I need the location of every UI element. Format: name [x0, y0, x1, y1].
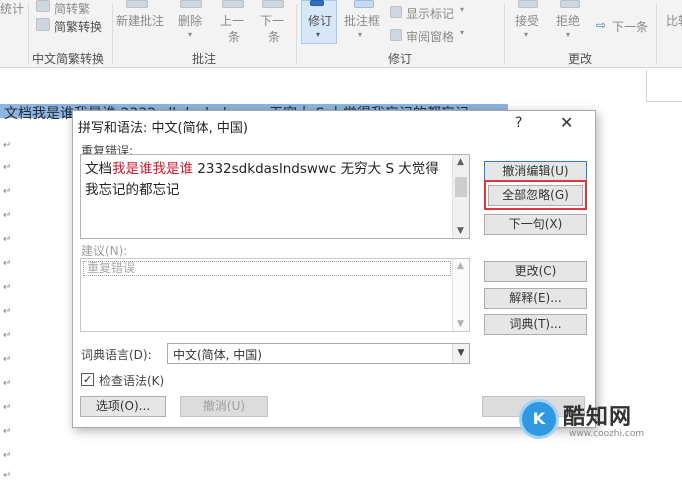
scroll-thumb[interactable] [455, 177, 467, 197]
review-pane-icon [390, 29, 402, 41]
explain-button[interactable]: 解释(E)... [484, 288, 587, 309]
new-comment-button[interactable]: 新建批注 [116, 12, 164, 29]
ribbon-separator [28, 4, 29, 64]
error-text-highlight: 我是谁我是谁 [112, 161, 193, 177]
paragraph-mark-icon: ↵ [3, 210, 12, 221]
undo-button: 撤消(U) [180, 396, 268, 417]
paragraph-mark-icon: ↵ [3, 450, 12, 461]
paragraph-mark-icon: ↵ [3, 140, 12, 151]
coozhi-watermark: K 酷知网 www.coozhi.com [511, 397, 661, 447]
simp-trad-convert-button[interactable]: 简繁转换 [54, 18, 102, 35]
change-button[interactable]: 更改(C) [484, 261, 587, 282]
group-label-chinese-conversion: 中文简繁转换 [32, 52, 105, 66]
accept-icon [518, 0, 538, 8]
paragraph-mark-icon: ↵ [3, 162, 12, 173]
compare-button[interactable]: 比较 [666, 12, 682, 29]
ribbon-separator [112, 4, 113, 64]
delete-comment-button[interactable]: 删除 [178, 12, 202, 29]
ribbon-separator [296, 4, 297, 64]
reject-icon [560, 0, 580, 8]
check-grammar-checkbox[interactable]: ✓ [81, 373, 94, 386]
error-text-prefix: 文档 [85, 161, 112, 177]
paragraph-mark-icon: ↵ [3, 354, 12, 365]
track-changes-icon [310, 0, 324, 6]
scroll-up-icon[interactable]: ▲ [457, 157, 464, 167]
chevron-down-icon[interactable]: ▾ [188, 30, 192, 39]
dictionary-language-value: 中文(简体, 中国) [173, 348, 262, 362]
chevron-down-icon[interactable]: ▼ [452, 344, 469, 363]
paragraph-mark-icon: ↵ [3, 258, 12, 269]
watermark-name: 酷知网 [563, 405, 633, 430]
ribbon: 统计 简转繁 简繁转换 中文简繁转换 新建批注 删除 ▾ 上一 条 下一 条 批… [0, 0, 682, 68]
next-comment-icon [262, 0, 284, 8]
prev-comment-button-line2[interactable]: 条 [228, 28, 240, 45]
suggestions-list[interactable]: 重复错误 ▲ ▼ [80, 258, 470, 332]
comment-box-button[interactable]: 批注框 [344, 12, 380, 29]
chevron-down-icon[interactable]: ▾ [566, 30, 570, 39]
watermark-url: www.coozhi.com [569, 429, 645, 439]
next-comment-button-line2[interactable]: 条 [268, 28, 280, 45]
next-change-icon: ⇨ [596, 18, 607, 32]
dictionary-language-select[interactable]: 中文(简体, 中国) ▼ [167, 343, 470, 364]
comment-box-icon [354, 0, 374, 8]
chevron-down-icon[interactable]: ▾ [524, 30, 528, 39]
scroll-up-icon[interactable]: ▲ [457, 261, 464, 271]
scroll-down-icon[interactable]: ▼ [457, 226, 464, 236]
chevron-down-icon[interactable]: ▾ [460, 28, 464, 37]
coozhi-logo-icon: K [519, 399, 559, 439]
group-label-tracking: 修订 [388, 52, 413, 66]
suggestions-scrollbar[interactable]: ▲ ▼ [452, 259, 469, 331]
paragraph-mark-icon: ↵ [3, 234, 12, 245]
paragraph-mark-icon: ↵ [3, 470, 12, 481]
chevron-down-icon[interactable]: ▾ [460, 5, 464, 14]
prev-comment-button[interactable]: 上一 [220, 12, 244, 29]
close-icon[interactable]: ✕ [560, 113, 573, 132]
undo-edit-button[interactable]: 撤消编辑(U) [484, 161, 587, 182]
chevron-down-icon[interactable]: ▾ [358, 30, 362, 39]
paragraph-mark-icon: ↵ [3, 402, 12, 413]
paragraph-mark-icon: ↵ [3, 330, 12, 341]
suggestion-item[interactable]: 重复错误 [83, 261, 451, 276]
delete-comment-icon [180, 0, 202, 8]
right-margin-marker [646, 70, 682, 102]
check-grammar-label: 检查语法(K) [99, 374, 165, 388]
prev-comment-icon [222, 0, 244, 8]
paragraph-mark-icon: ↵ [3, 378, 12, 389]
ribbon-separator [504, 4, 505, 64]
next-comment-button[interactable]: 下一 [260, 12, 284, 29]
error-text-box[interactable]: 文档我是谁我是谁 2332sdkdaslndswwc 无穷大 S 大觉得我忘记的… [80, 154, 470, 239]
trad-to-simp-button[interactable]: 简转繁 [54, 0, 90, 17]
suggestions-label: 建议(N): [81, 244, 128, 258]
accept-button[interactable]: 接受 [515, 12, 539, 29]
trad-to-simp-icon [36, 0, 50, 12]
next-change-button[interactable]: 下一条 [612, 18, 648, 35]
options-button[interactable]: 选项(O)... [80, 396, 166, 417]
paragraph-mark-icon: ↵ [3, 306, 12, 317]
paragraph-mark-icon: ↵ [3, 282, 12, 293]
simp-trad-icon [36, 18, 50, 31]
ignore-all-button[interactable]: 全部忽略(G) [488, 185, 583, 206]
chevron-down-icon[interactable]: ▾ [316, 30, 320, 39]
stats-label[interactable]: 统计 [0, 0, 24, 17]
dialog-title: 拼写和语法: 中文(简体, 中国) [78, 121, 248, 136]
track-changes-label[interactable]: 修订 [308, 12, 332, 29]
new-comment-icon [126, 0, 148, 8]
ribbon-separator [656, 4, 657, 64]
paragraph-mark-icon: ↵ [3, 186, 12, 197]
group-label-changes: 更改 [568, 52, 593, 66]
error-text[interactable]: 文档我是谁我是谁 2332sdkdaslndswwc 无穷大 S 大觉得我忘记的… [85, 159, 449, 201]
dictionary-language-label: 词典语言(D): [81, 348, 152, 362]
paragraph-mark-icon: ↵ [3, 426, 12, 437]
next-sentence-button[interactable]: 下一句(X) [484, 214, 587, 235]
scroll-down-icon[interactable]: ▼ [457, 319, 464, 329]
help-icon[interactable]: ? [515, 115, 522, 131]
group-label-comments: 批注 [192, 52, 217, 66]
reject-button[interactable]: 拒绝 [556, 12, 580, 29]
spelling-grammar-dialog: 拼写和语法: 中文(简体, 中国) ? ✕ 重复错误: 文档我是谁我是谁 233… [72, 110, 596, 428]
thesaurus-button[interactable]: 词典(T)... [484, 314, 587, 335]
show-markup-button[interactable]: 显示标记 [406, 5, 454, 22]
error-scrollbar[interactable]: ▲ ▼ [452, 155, 469, 238]
show-markup-icon [390, 6, 402, 18]
review-pane-button[interactable]: 审阅窗格 [406, 28, 454, 45]
